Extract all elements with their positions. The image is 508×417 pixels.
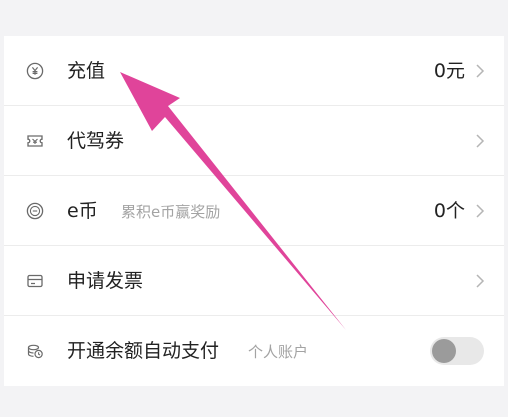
chevron-right-icon: [476, 64, 485, 78]
auto-pay-icon: [26, 342, 44, 360]
toggle-knob: [432, 339, 456, 363]
personal-account-hint: 个人账户: [248, 343, 309, 361]
balance-value: 0元: [433, 60, 465, 82]
coupon-ticket-icon: [26, 132, 44, 150]
e-coin-count: 0个: [433, 200, 465, 222]
e-coin-hint: 累积e币赢奖励: [121, 203, 221, 221]
chevron-right-icon: [476, 274, 485, 288]
e-coin-icon: [26, 202, 44, 220]
invoice-icon: [26, 272, 44, 290]
account-menu-list: 充值 0元 代驾券 e币 累积e币赢奖励 0个 申请发票 开通余额自动支付 个人…: [4, 36, 504, 386]
auto-pay-label: 开通余额自动支付: [67, 340, 220, 362]
recharge-row[interactable]: 充值 0元: [4, 36, 504, 106]
e-coin-row[interactable]: e币 累积e币赢奖励 0个: [4, 176, 504, 246]
chevron-right-icon: [476, 204, 485, 218]
yuan-coin-icon: [26, 62, 44, 80]
invoice-row[interactable]: 申请发票: [4, 246, 504, 316]
driving-coupon-label: 代驾券: [67, 130, 125, 152]
e-coin-label: e币: [67, 200, 98, 222]
recharge-label: 充值: [67, 60, 106, 82]
auto-pay-row: 开通余额自动支付 个人账户: [4, 316, 504, 386]
invoice-label: 申请发票: [67, 270, 144, 292]
driving-coupon-row[interactable]: 代驾券: [4, 106, 504, 176]
chevron-right-icon: [476, 134, 485, 148]
auto-pay-toggle[interactable]: [430, 337, 484, 365]
